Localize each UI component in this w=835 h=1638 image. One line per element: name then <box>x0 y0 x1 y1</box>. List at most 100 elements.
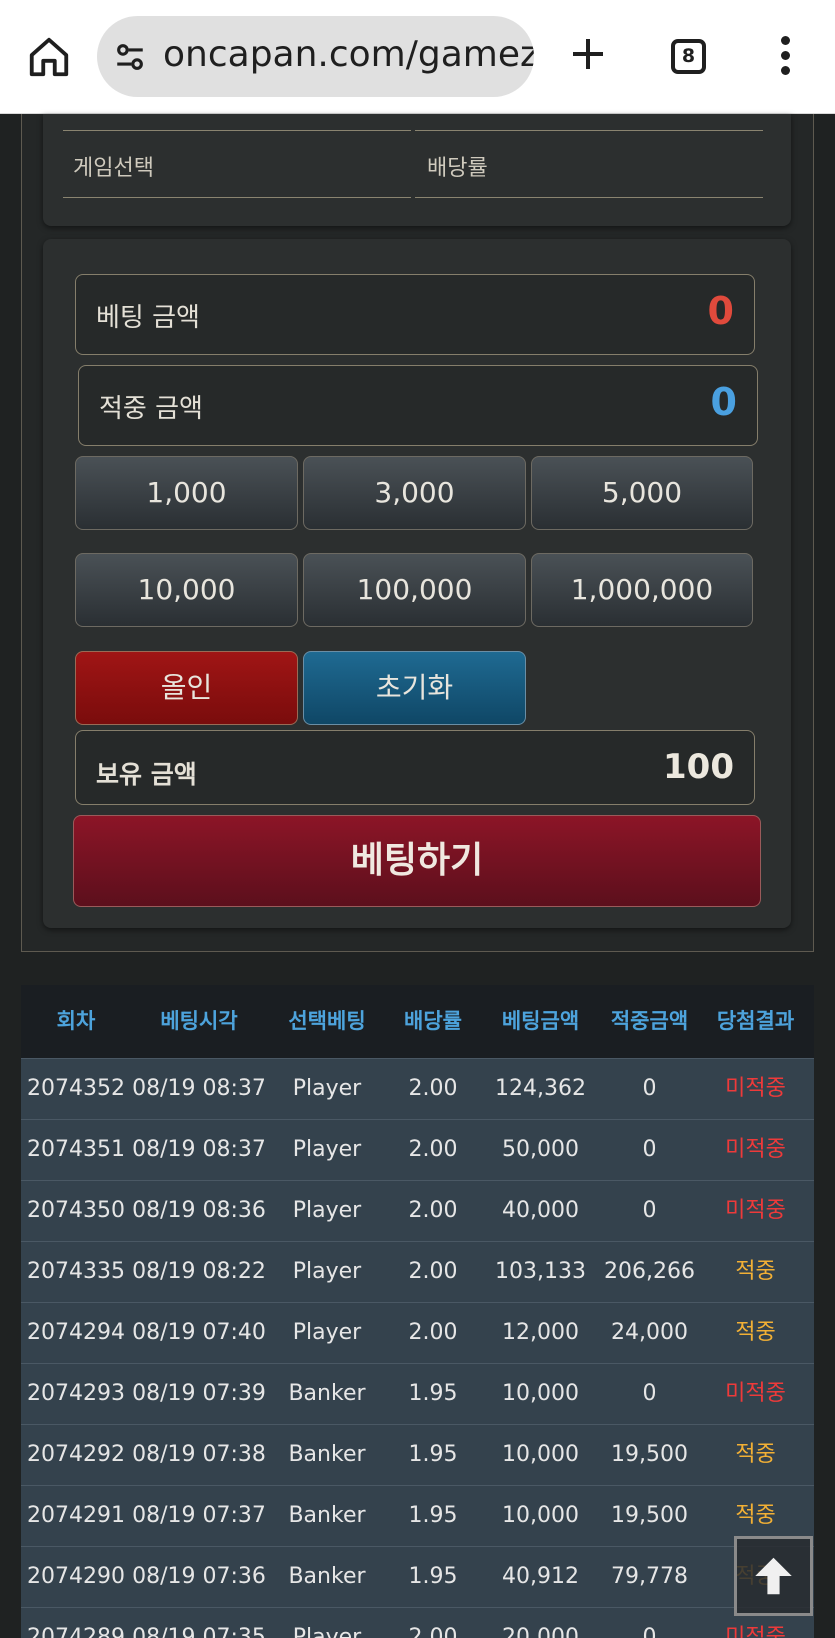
table-cell: Banker <box>288 1564 366 1589</box>
table-cell: 103,133 <box>495 1259 586 1284</box>
table-body: 2074352 08/19 08:37 Player 2.00 124,362 0 미적중 2… <box>21 1058 814 1638</box>
balance-field: 보유 금액 100 <box>75 730 755 805</box>
table-row: 2074293 08/19 07:39 Banker 1.95 10,000 0 미적중 <box>21 1363 814 1424</box>
table-row: 2074294 08/19 07:40 Player 2.00 12,000 24,000… <box>21 1302 814 1363</box>
table-cell: 1.95 <box>408 1381 458 1406</box>
result-cell: 적중 <box>735 1442 776 1467</box>
win-amount-label: 적중 금액 <box>99 394 203 424</box>
table-row: 2074351 08/19 08:37 Player 2.00 50,000 0 미적중 <box>21 1119 814 1180</box>
table-cell: 1.95 <box>408 1503 458 1528</box>
chip-100000-button[interactable]: 100,000 <box>303 553 526 627</box>
table-cell: 08/19 07:39 <box>132 1381 266 1406</box>
arrow-up-icon <box>755 1557 792 1595</box>
bet-amount-label: 베팅 금액 <box>96 303 200 333</box>
table-cell: 19,500 <box>611 1503 688 1528</box>
table-row: 2074289 08/19 07:35 Player 2.00 20,000 0 미적중 <box>21 1607 814 1638</box>
result-cell: 미적중 <box>725 1198 786 1223</box>
table-cell: 08/19 07:35 <box>132 1625 266 1638</box>
table-cell: Player <box>292 1625 362 1638</box>
table-cell: 12,000 <box>502 1320 579 1345</box>
table-cell: 08/19 08:22 <box>132 1259 266 1284</box>
chip-5000-button[interactable]: 5,000 <box>531 456 753 530</box>
bet-amount-value: 0 <box>707 289 734 333</box>
result-cell: 미적중 <box>725 1137 786 1162</box>
plus-icon[interactable] <box>568 34 608 74</box>
table-cell: 19,500 <box>611 1442 688 1467</box>
table-cell: 2074352 <box>27 1076 125 1101</box>
table-cell: 2.00 <box>408 1198 458 1223</box>
table-cell: 0 <box>642 1198 657 1223</box>
home-icon[interactable] <box>26 34 72 80</box>
table-cell: 2.00 <box>408 1259 458 1284</box>
all-in-button[interactable]: 올인 <box>75 651 298 725</box>
column-header: 베팅금액 <box>501 1009 580 1033</box>
bet-amount-field[interactable]: 베팅 금액 0 <box>75 274 755 355</box>
scroll-to-top-button[interactable] <box>734 1536 813 1616</box>
table-cell: Player <box>292 1320 362 1345</box>
table-cell: 206,266 <box>604 1259 695 1284</box>
result-cell: 미적중 <box>725 1076 786 1101</box>
chip-10000-button[interactable]: 10,000 <box>75 553 298 627</box>
table-cell: 0 <box>642 1625 657 1638</box>
result-cell: 미적중 <box>725 1381 786 1406</box>
divider <box>63 197 411 198</box>
table-cell: 2074292 <box>27 1442 125 1467</box>
odds-field[interactable]: 배당률 <box>427 150 488 182</box>
table-cell: Banker <box>288 1442 366 1467</box>
place-bet-button[interactable]: 베팅하기 <box>73 815 761 907</box>
column-header: 적중금액 <box>610 1009 689 1033</box>
game-select-card: 게임선택 배당률 <box>43 114 791 226</box>
table-cell: 2.00 <box>408 1076 458 1101</box>
table-cell: 2.00 <box>408 1625 458 1638</box>
divider <box>63 130 411 131</box>
reset-button[interactable]: 초기화 <box>303 651 526 725</box>
table-cell: 2074351 <box>27 1137 125 1162</box>
more-vert-icon[interactable] <box>770 36 800 76</box>
table-cell: 2.00 <box>408 1320 458 1345</box>
table-cell: 08/19 07:38 <box>132 1442 266 1467</box>
chip-3000-button[interactable]: 3,000 <box>303 456 526 530</box>
column-header: 당첨결과 <box>716 1009 795 1033</box>
table-cell: Banker <box>288 1503 366 1528</box>
table-cell: 50,000 <box>502 1137 579 1162</box>
column-header: 배당률 <box>404 1009 462 1033</box>
address-bar[interactable]: oncapan.com/gamezc <box>97 16 534 97</box>
table-cell: 0 <box>642 1076 657 1101</box>
site-settings-icon[interactable] <box>113 40 147 74</box>
table-header: 회차 베팅시각 선택베팅 배당률 베팅금액 적중금액 당첨결과 <box>21 985 814 1058</box>
table-cell: Banker <box>288 1381 366 1406</box>
table-cell: 2074289 <box>27 1625 125 1638</box>
win-amount-field[interactable]: 적중 금액 0 <box>78 365 758 446</box>
table-cell: 40,912 <box>502 1564 579 1589</box>
table-cell: 2.00 <box>408 1137 458 1162</box>
tab-count: 8 <box>681 45 696 67</box>
balance-label: 보유 금액 <box>96 760 197 789</box>
table-cell: 10,000 <box>502 1381 579 1406</box>
table-cell: 08/19 08:37 <box>132 1076 266 1101</box>
table-cell: 20,000 <box>502 1625 579 1638</box>
tab-switcher-button[interactable]: 8 <box>671 39 706 74</box>
table-cell: 08/19 07:37 <box>132 1503 266 1528</box>
chip-1000-button[interactable]: 1,000 <box>75 456 298 530</box>
win-amount-value: 0 <box>710 380 737 424</box>
table-cell: 08/19 07:36 <box>132 1564 266 1589</box>
table-cell: 08/19 08:36 <box>132 1198 266 1223</box>
divider <box>415 130 763 131</box>
table-row: 2074352 08/19 08:37 Player 2.00 124,362 0 미적중 <box>21 1058 814 1119</box>
table-cell: Player <box>292 1259 362 1284</box>
table-row: 2074335 08/19 08:22 Player 2.00 103,133 206,2… <box>21 1241 814 1302</box>
table-cell: 2074350 <box>27 1198 125 1223</box>
table-cell: 2074291 <box>27 1503 125 1528</box>
table-cell: 2074290 <box>27 1564 125 1589</box>
table-cell: 08/19 07:40 <box>132 1320 266 1345</box>
chip-1000000-button[interactable]: 1,000,000 <box>531 553 753 627</box>
table-cell: 79,778 <box>611 1564 688 1589</box>
table-row: 2074292 08/19 07:38 Banker 1.95 10,000 19,500… <box>21 1424 814 1485</box>
result-cell: 적중 <box>735 1320 776 1345</box>
table-cell: Player <box>292 1076 362 1101</box>
table-cell: 10,000 <box>502 1442 579 1467</box>
table-cell: 2074294 <box>27 1320 125 1345</box>
result-cell: 적중 <box>735 1259 776 1284</box>
game-select-field[interactable]: 게임선택 <box>73 150 154 182</box>
table-cell: 2074293 <box>27 1381 125 1406</box>
